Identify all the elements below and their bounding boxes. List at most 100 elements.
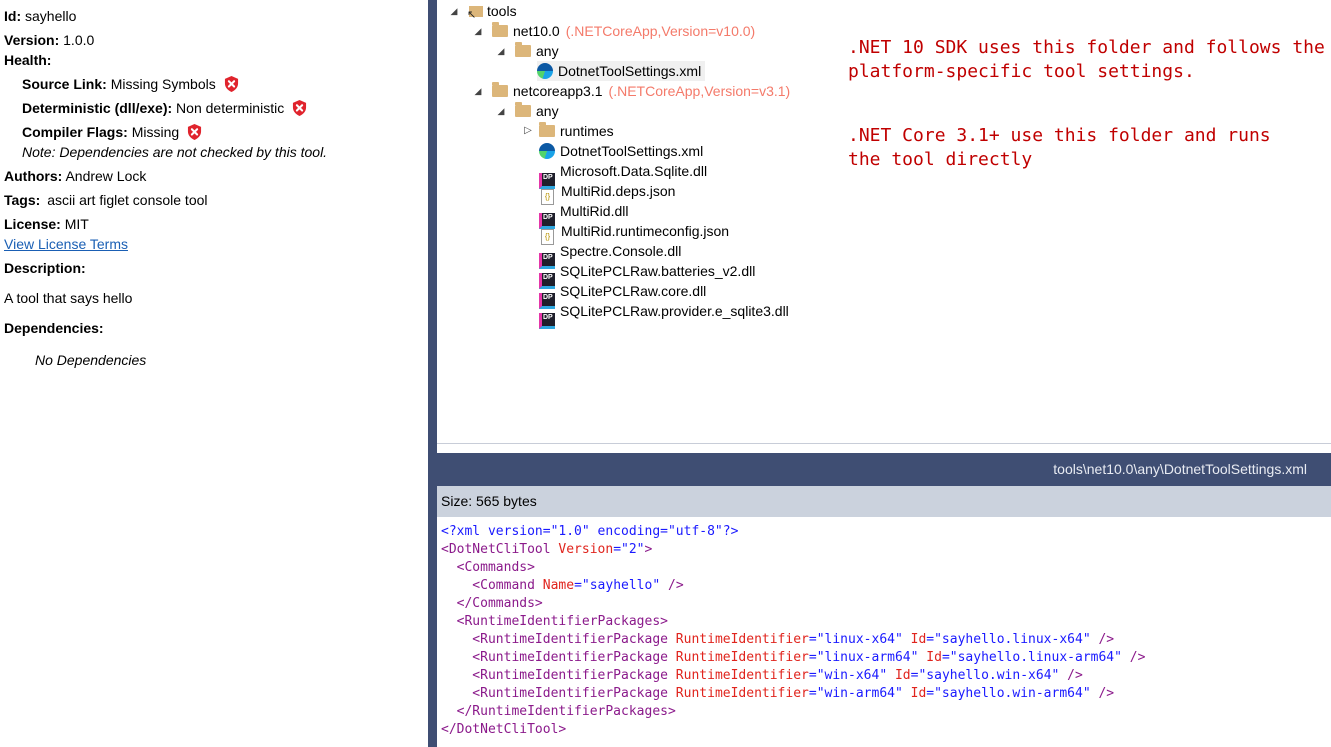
- xml-tag: <DotNetCliTool: [441, 542, 551, 557]
- annotation-net10-line1: .NET 10 SDK uses this folder and follows…: [848, 37, 1325, 58]
- description-label-text: Description:: [4, 260, 86, 276]
- edge-icon: [537, 63, 553, 79]
- tree-node-file[interactable]: DP MultiRid.dll: [539, 201, 628, 229]
- xml-value: "sayhello.linux-arm64": [949, 650, 1122, 665]
- xml-eq: =: [808, 668, 817, 683]
- code-line: <Command Name="sayhello" />: [441, 577, 684, 595]
- file-size-bar: Size: 565 bytes: [437, 486, 1331, 517]
- xml-tag: <RuntimeIdentifierPackage: [441, 686, 668, 701]
- code-line: <RuntimeIdentifierPackages>: [441, 614, 668, 629]
- xml-attr: RuntimeIdentifier: [667, 686, 809, 701]
- tree-node-file[interactable]: DP SQLitePCLRaw.batteries_v2.dll: [539, 261, 756, 289]
- xml-eq: =: [926, 632, 935, 647]
- license-row: License: MIT: [4, 215, 89, 233]
- license-label: License:: [4, 216, 61, 232]
- compiler-flags-row: Compiler Flags: Missing: [22, 123, 202, 141]
- tree-label: DotnetToolSettings.xml: [560, 143, 704, 159]
- xml-tag: />: [1121, 650, 1146, 665]
- authors-value: Andrew Lock: [65, 168, 147, 184]
- tfm-label: (.NETCoreApp,Version=v10.0): [565, 23, 756, 39]
- tree-node-file[interactable]: DotnetToolSettings.xml: [539, 141, 703, 161]
- tree-node-dotnettoolsettings-selected[interactable]: DotnetToolSettings.xml: [537, 61, 706, 81]
- version-value: 1.0.0: [63, 32, 95, 48]
- tree-label: Spectre.Console.dll: [560, 243, 682, 259]
- xml-attr: RuntimeIdentifier: [667, 668, 809, 683]
- view-license-link[interactable]: View License Terms: [4, 235, 128, 253]
- code-line: <?xml version="1.0" encoding="utf-8"?>: [441, 524, 739, 539]
- tree-label: SQLitePCLRaw.batteries_v2.dll: [560, 263, 756, 279]
- tree-node-net10[interactable]: net10.0 (.NETCoreApp,Version=v10.0): [492, 21, 755, 41]
- tree-label: tools: [487, 3, 517, 19]
- xml-tag: />: [1090, 632, 1115, 647]
- code-line: <RuntimeIdentifierPackage RuntimeIdentif…: [441, 685, 1114, 703]
- xml-attr: RuntimeIdentifier: [667, 650, 809, 665]
- compiler-flags-label: Compiler Flags:: [22, 124, 128, 140]
- tree-label: runtimes: [560, 123, 614, 139]
- xml-value: "win-arm64": [816, 686, 903, 701]
- source-link-label: Source Link:: [22, 76, 107, 92]
- xml-value: "sayhello.win-arm64": [934, 686, 1091, 701]
- xml-value: "win-x64": [816, 668, 888, 683]
- xml-tag: />: [1090, 686, 1115, 701]
- xml-code-viewer[interactable]: <?xml version="1.0" encoding="utf-8"?> <…: [437, 517, 1331, 747]
- tags-row: Tags: ascii art figlet console tool: [4, 191, 208, 209]
- code-line: <DotNetCliTool Version="2">: [441, 541, 652, 559]
- tree-node-netcoreapp31[interactable]: netcoreapp3.1 (.NETCoreApp,Version=v3.1): [492, 81, 790, 101]
- tree-label: SQLitePCLRaw.provider.e_sqlite3.dll: [560, 303, 789, 319]
- code-line: <RuntimeIdentifierPackage RuntimeIdentif…: [441, 667, 1083, 685]
- collapse-arrow-icon[interactable]: ◢: [473, 81, 483, 101]
- collapse-arrow-icon[interactable]: ◢: [449, 1, 459, 21]
- tree-node-file[interactable]: {} MultiRid.runtimeconfig.json: [541, 221, 729, 245]
- folder-icon: [515, 102, 531, 117]
- dp-dll-icon: DP: [539, 313, 555, 329]
- tree-label: Microsoft.Data.Sqlite.dll: [560, 163, 708, 179]
- file-path-label: tools\net10.0\any\DotnetToolSettings.xml: [1053, 461, 1307, 477]
- tree-label: net10.0: [513, 23, 560, 39]
- tree-node-runtimes[interactable]: runtimes: [539, 121, 614, 141]
- tree-node-file[interactable]: DP Microsoft.Data.Sqlite.dll: [539, 161, 708, 189]
- authors-label: Authors:: [4, 168, 63, 184]
- id-label: Id:: [4, 8, 22, 24]
- xml-value: "sayhello.linux-x64": [934, 632, 1091, 647]
- folder-icon: [492, 82, 508, 97]
- file-viewer-header: tools\net10.0\any\DotnetToolSettings.xml: [437, 453, 1331, 486]
- tree-node-file[interactable]: DP SQLitePCLRaw.core.dll: [539, 281, 707, 309]
- tree-label: DotnetToolSettings.xml: [558, 63, 702, 79]
- xml-tag: <Command: [441, 578, 535, 593]
- tags-value: ascii art figlet console tool: [47, 192, 208, 208]
- edge-icon: [539, 143, 555, 159]
- xml-eq: =: [574, 578, 582, 593]
- xml-attr: Id: [887, 668, 911, 683]
- expand-arrow-icon[interactable]: ▷: [523, 121, 533, 141]
- xml-value: "sayhello": [581, 578, 661, 593]
- annotation-netcore31-line1: .NET Core 3.1+ use this folder and runs: [848, 125, 1271, 146]
- source-link-row: Source Link: Missing Symbols: [22, 75, 239, 93]
- tree-node-file[interactable]: DP SQLitePCLRaw.provider.e_sqlite3.dll: [539, 301, 789, 329]
- collapse-arrow-icon[interactable]: ◢: [496, 41, 506, 61]
- xml-tag: >: [644, 542, 653, 557]
- tree-node-tools[interactable]: ↖ tools: [467, 1, 517, 21]
- code-line: <RuntimeIdentifierPackage RuntimeIdentif…: [441, 631, 1114, 649]
- collapse-arrow-icon[interactable]: ◢: [473, 21, 483, 41]
- xml-tag: />: [1059, 668, 1083, 683]
- xml-tag: />: [660, 578, 684, 593]
- dependencies-label: Dependencies:: [4, 319, 104, 337]
- deterministic-row: Deterministic (dll/exe): Non determinist…: [22, 99, 307, 117]
- tree-node-file[interactable]: DP Spectre.Console.dll: [539, 241, 682, 269]
- no-dependencies-text: No Dependencies: [35, 352, 147, 368]
- xml-attr: Version: [550, 542, 614, 557]
- vertical-splitter[interactable]: [428, 0, 437, 747]
- xml-value: "linux-x64": [816, 632, 903, 647]
- code-line: </DotNetCliTool>: [441, 722, 567, 737]
- annotation-netcore31-line2: the tool directly: [848, 149, 1033, 170]
- annotation-net10-line2: platform-specific tool settings.: [848, 61, 1195, 82]
- source-link-value: Missing Symbols: [110, 76, 216, 92]
- tree-label: SQLitePCLRaw.core.dll: [560, 283, 707, 299]
- tree-node-any[interactable]: any: [515, 101, 559, 121]
- tree-node-any[interactable]: any: [515, 41, 559, 61]
- license-value: MIT: [64, 216, 89, 232]
- collapse-arrow-icon[interactable]: ◢: [496, 101, 506, 121]
- xml-attr: Id: [902, 686, 927, 701]
- tree-node-file[interactable]: {} MultiRid.deps.json: [541, 181, 675, 205]
- xml-tag: <RuntimeIdentifierPackage: [441, 632, 668, 647]
